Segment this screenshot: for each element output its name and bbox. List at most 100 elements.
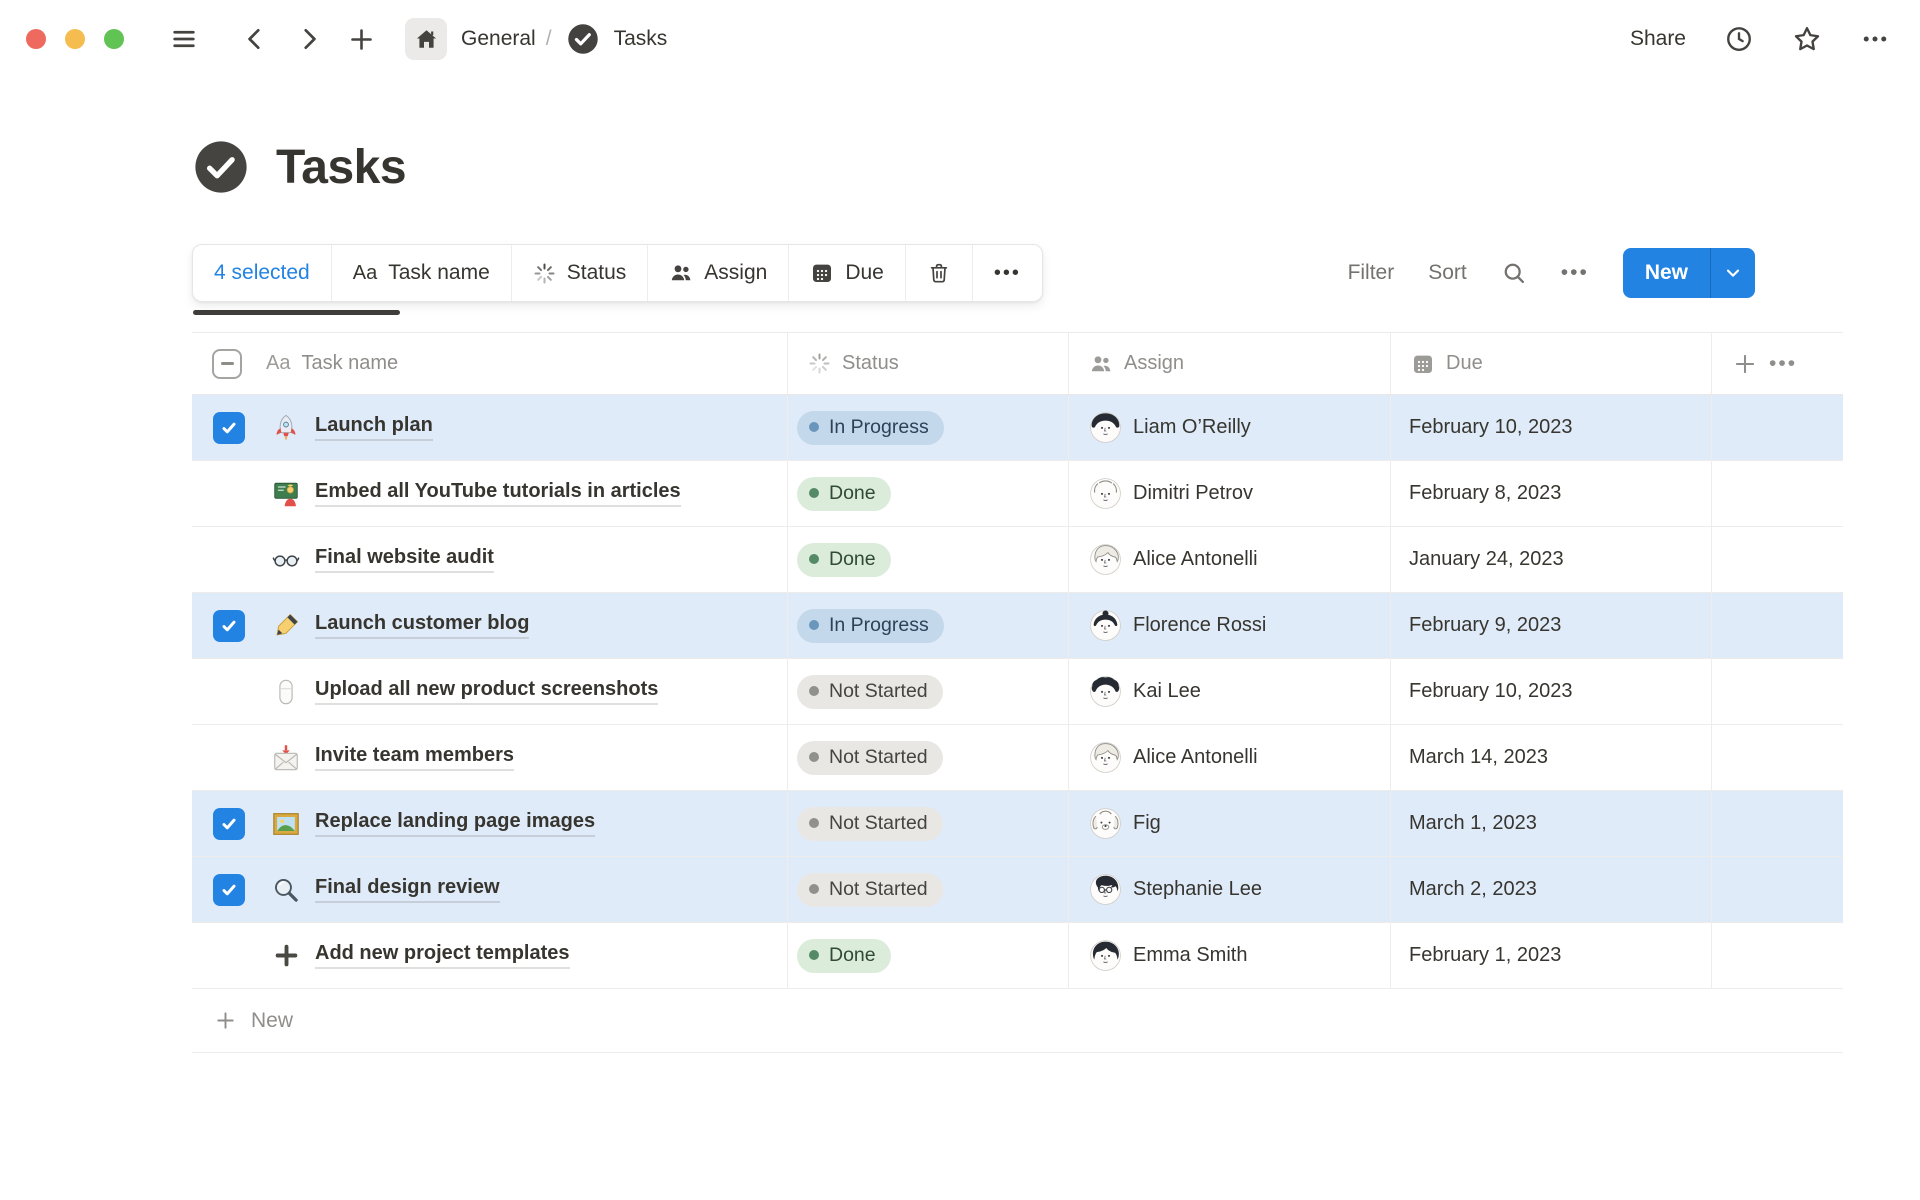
sort-button[interactable]: Sort xyxy=(1428,261,1467,285)
due-cell[interactable]: February 10, 2023 xyxy=(1391,659,1712,724)
history-clock-icon[interactable] xyxy=(1724,24,1754,54)
select-all-checkbox[interactable] xyxy=(212,349,242,379)
status-cell[interactable]: Not Started xyxy=(788,725,1069,790)
sidebar-menu-icon[interactable] xyxy=(170,25,198,53)
row-checkbox[interactable] xyxy=(213,412,245,444)
share-button[interactable]: Share xyxy=(1630,27,1686,51)
status-pill[interactable]: Not Started xyxy=(797,741,943,775)
new-tab-icon[interactable] xyxy=(348,26,375,53)
toolbar-field-assign[interactable]: Assign xyxy=(648,245,789,301)
table-row[interactable]: Launch customer blog In Progress Florenc… xyxy=(192,593,1843,659)
assign-cell[interactable]: Stephanie Lee xyxy=(1069,857,1391,922)
assign-cell[interactable]: Liam O’Reilly xyxy=(1069,395,1391,460)
due-cell[interactable]: March 1, 2023 xyxy=(1391,791,1712,856)
task-name-cell[interactable]: Upload all new product screenshots xyxy=(192,659,788,724)
column-header-due[interactable]: Due xyxy=(1391,333,1712,394)
filter-button[interactable]: Filter xyxy=(1348,261,1395,285)
task-title[interactable]: Replace landing page images xyxy=(315,810,595,837)
task-name-cell[interactable]: Final website audit xyxy=(192,527,788,592)
task-name-cell[interactable]: Replace landing page images xyxy=(192,791,788,856)
minimize-window-button[interactable] xyxy=(65,29,85,49)
status-pill[interactable]: In Progress xyxy=(797,609,944,643)
task-title[interactable]: Launch plan xyxy=(315,414,433,441)
table-row[interactable]: Add new project templates Done Emma Smit… xyxy=(192,923,1843,989)
table-row[interactable]: Final design review Not Started Stephani… xyxy=(192,857,1843,923)
selected-count-button[interactable]: 4 selected xyxy=(193,245,332,301)
table-row[interactable]: Embed all YouTube tutorials in articles … xyxy=(192,461,1843,527)
due-cell[interactable]: February 10, 2023 xyxy=(1391,395,1712,460)
task-title[interactable]: Final website audit xyxy=(315,546,494,573)
status-cell[interactable]: Done xyxy=(788,527,1069,592)
add-column-icon[interactable] xyxy=(1732,351,1758,377)
assign-cell[interactable]: Emma Smith xyxy=(1069,923,1391,988)
toolbar-field-due[interactable]: Due xyxy=(789,245,906,301)
task-title[interactable]: Invite team members xyxy=(315,744,514,771)
status-pill[interactable]: Not Started xyxy=(797,807,943,841)
home-icon[interactable] xyxy=(405,18,447,60)
column-header-task-name[interactable]: Aa Task name xyxy=(192,333,788,394)
toolbar-field-status[interactable]: Status xyxy=(512,245,649,301)
row-checkbox[interactable] xyxy=(213,610,245,642)
status-pill[interactable]: Done xyxy=(797,477,891,511)
delete-selected-button[interactable] xyxy=(906,245,973,301)
nav-forward-icon[interactable] xyxy=(296,26,322,52)
task-title[interactable]: Launch customer blog xyxy=(315,612,529,639)
task-name-cell[interactable]: Launch customer blog xyxy=(192,593,788,658)
task-title[interactable]: Upload all new product screenshots xyxy=(315,678,658,705)
breadcrumb-page[interactable]: Tasks xyxy=(614,27,668,51)
table-row[interactable]: Final website audit Done Alice Antonelli… xyxy=(192,527,1843,593)
status-cell[interactable]: Done xyxy=(788,923,1069,988)
toolbar-field-task-name[interactable]: Aa Task name xyxy=(332,245,512,301)
zoom-window-button[interactable] xyxy=(104,29,124,49)
row-checkbox[interactable] xyxy=(213,808,245,840)
assign-cell[interactable]: Kai Lee xyxy=(1069,659,1391,724)
assign-cell[interactable]: Alice Antonelli xyxy=(1069,527,1391,592)
assign-cell[interactable]: Alice Antonelli xyxy=(1069,725,1391,790)
status-cell[interactable]: In Progress xyxy=(788,593,1069,658)
new-row-button[interactable]: New xyxy=(192,989,1843,1053)
breadcrumb-workspace[interactable]: General xyxy=(461,27,536,51)
table-row[interactable]: Launch plan In Progress Liam O’Reilly Fe… xyxy=(192,395,1843,461)
task-title[interactable]: Final design review xyxy=(315,876,500,903)
assign-cell[interactable]: Dimitri Petrov xyxy=(1069,461,1391,526)
row-checkbox[interactable] xyxy=(213,874,245,906)
task-name-cell[interactable]: Launch plan xyxy=(192,395,788,460)
toolbar-more-button[interactable]: ••• xyxy=(973,245,1042,301)
due-cell[interactable]: February 9, 2023 xyxy=(1391,593,1712,658)
new-button[interactable]: New xyxy=(1623,248,1711,298)
page-title-check-icon[interactable] xyxy=(192,138,250,196)
task-name-cell[interactable]: Final design review xyxy=(192,857,788,922)
assign-cell[interactable]: Fig xyxy=(1069,791,1391,856)
status-pill[interactable]: In Progress xyxy=(797,411,944,445)
task-name-cell[interactable]: Add new project templates xyxy=(192,923,788,988)
status-cell[interactable]: Not Started xyxy=(788,791,1069,856)
new-dropdown-chevron-icon[interactable] xyxy=(1711,248,1755,298)
status-cell[interactable]: Not Started xyxy=(788,659,1069,724)
nav-back-icon[interactable] xyxy=(242,26,268,52)
task-title[interactable]: Embed all YouTube tutorials in articles xyxy=(315,480,681,507)
status-pill[interactable]: Not Started xyxy=(797,675,943,709)
due-cell[interactable]: February 8, 2023 xyxy=(1391,461,1712,526)
column-header-assign[interactable]: Assign xyxy=(1069,333,1391,394)
due-cell[interactable]: January 24, 2023 xyxy=(1391,527,1712,592)
task-title[interactable]: Add new project templates xyxy=(315,942,570,969)
task-name-cell[interactable]: Embed all YouTube tutorials in articles xyxy=(192,461,788,526)
due-cell[interactable]: March 14, 2023 xyxy=(1391,725,1712,790)
close-window-button[interactable] xyxy=(26,29,46,49)
table-options-icon[interactable]: ••• xyxy=(1769,352,1797,376)
page-title[interactable]: Tasks xyxy=(276,140,406,195)
table-row[interactable]: Replace landing page images Not Started … xyxy=(192,791,1843,857)
status-pill[interactable]: Done xyxy=(797,939,891,973)
view-options-icon[interactable]: ••• xyxy=(1561,261,1589,285)
due-cell[interactable]: March 2, 2023 xyxy=(1391,857,1712,922)
assign-cell[interactable]: Florence Rossi xyxy=(1069,593,1391,658)
more-options-icon[interactable] xyxy=(1860,24,1890,54)
status-cell[interactable]: Done xyxy=(788,461,1069,526)
status-pill[interactable]: Not Started xyxy=(797,873,943,907)
status-cell[interactable]: In Progress xyxy=(788,395,1069,460)
task-name-cell[interactable]: Invite team members xyxy=(192,725,788,790)
status-cell[interactable]: Not Started xyxy=(788,857,1069,922)
search-icon[interactable] xyxy=(1501,260,1527,286)
table-row[interactable]: Invite team members Not Started Alice An… xyxy=(192,725,1843,791)
favorite-star-icon[interactable] xyxy=(1792,24,1822,54)
